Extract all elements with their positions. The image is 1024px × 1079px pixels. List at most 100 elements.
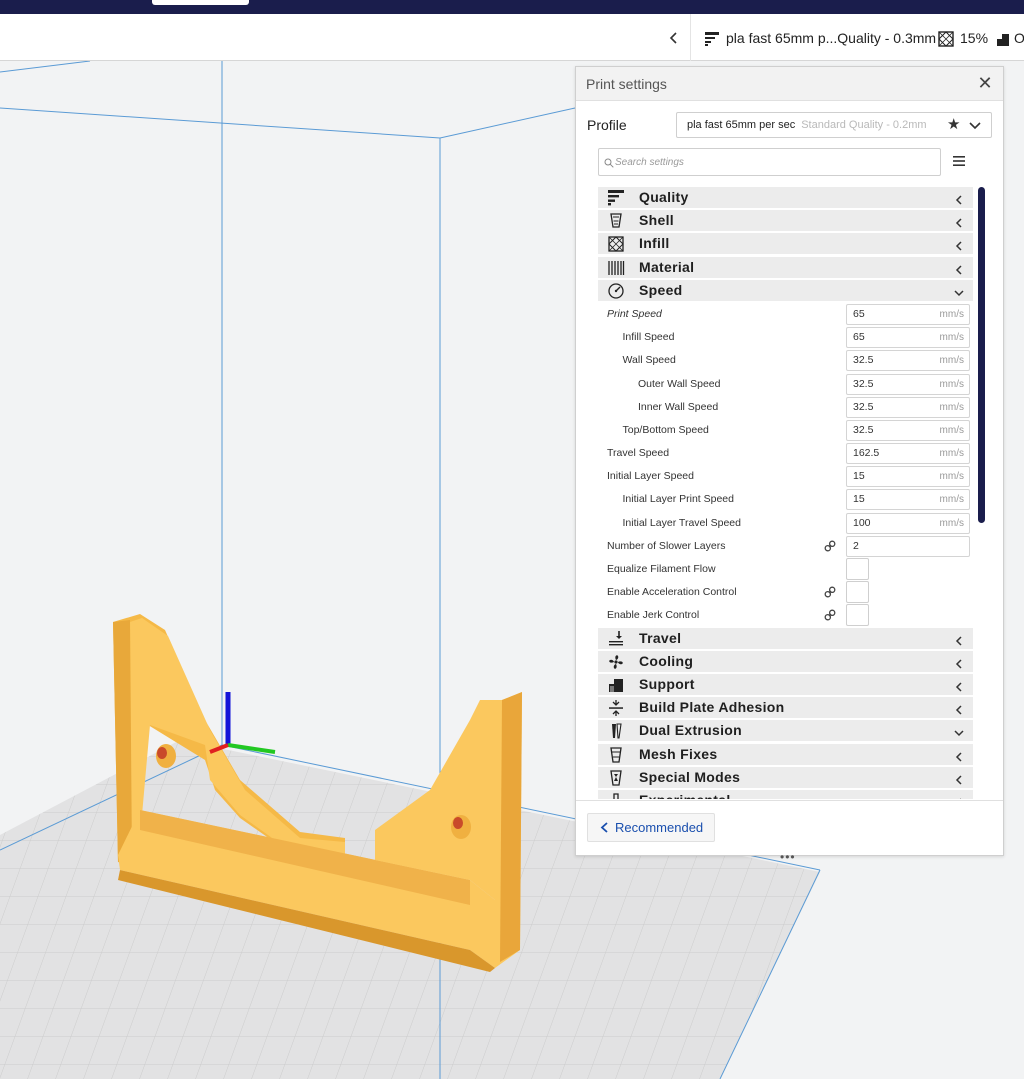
settings-scrollbar[interactable] bbox=[978, 187, 985, 523]
category-mesh-fixes[interactable]: Mesh Fixes bbox=[598, 743, 973, 765]
infill-summary[interactable]: 15% bbox=[938, 27, 988, 49]
category-shell[interactable]: Shell bbox=[598, 210, 973, 232]
chevron-down-icon[interactable] bbox=[953, 724, 965, 737]
panel-header: Print settings ✕ bbox=[576, 67, 1003, 101]
chevron-left-icon[interactable] bbox=[953, 214, 965, 228]
category-experimental[interactable]: Experimental bbox=[598, 789, 973, 799]
category-material[interactable]: Material bbox=[598, 256, 973, 278]
setting-value-field[interactable]: 32.5 mm/s bbox=[846, 350, 970, 372]
chevron-left-icon[interactable] bbox=[953, 655, 965, 669]
category-build-plate-adhesion[interactable]: Build Plate Adhesion bbox=[598, 697, 973, 719]
search-input[interactable]: Search settings bbox=[598, 148, 941, 176]
setting-unit: mm/s bbox=[939, 378, 964, 390]
category-dual-extrusion[interactable]: Dual Extrusion bbox=[598, 720, 973, 742]
setting-value-field[interactable]: 100 mm/s bbox=[846, 512, 970, 534]
chevron-left-icon[interactable] bbox=[953, 678, 965, 692]
setting-label: Print Speed bbox=[607, 307, 662, 320]
infill-icon bbox=[938, 31, 954, 48]
quality-icon bbox=[608, 190, 624, 206]
adhesion-icon bbox=[609, 700, 623, 717]
chevron-left-icon[interactable] bbox=[953, 748, 965, 762]
setting-unit: mm/s bbox=[939, 494, 964, 506]
category-infill[interactable]: Infill bbox=[598, 233, 973, 255]
setting-enable-acceleration-control: Enable Acceleration Control bbox=[598, 581, 973, 604]
chevron-left-icon[interactable] bbox=[953, 701, 965, 715]
category-support[interactable]: Support bbox=[598, 673, 973, 695]
support-summary[interactable]: O bbox=[996, 27, 1024, 49]
setting-top-bottom-speed: Top/Bottom Speed 32.5 mm/s bbox=[598, 419, 973, 442]
travel-icon bbox=[609, 630, 623, 645]
setting-label: Outer Wall Speed bbox=[638, 377, 721, 390]
profile-summary-text: pla fast 65mm p...Quality - 0.3mm bbox=[726, 30, 937, 46]
setting-value-field[interactable]: 65 mm/s bbox=[846, 327, 970, 349]
chevron-left-icon[interactable] bbox=[953, 237, 965, 251]
settings-list[interactable]: Quality Shell Infill Material Speed Print Spe… bbox=[598, 187, 973, 799]
chevron-left-icon[interactable] bbox=[953, 191, 965, 205]
setting-value: 65 bbox=[853, 331, 865, 344]
link-icon[interactable] bbox=[824, 540, 836, 552]
speed-icon bbox=[608, 283, 624, 299]
profile-select[interactable]: pla fast 65mm per sec Standard Quality - … bbox=[676, 112, 992, 138]
setting-infill-speed: Infill Speed 65 mm/s bbox=[598, 326, 973, 349]
setting-value: 32.5 bbox=[853, 423, 874, 436]
setting-value-field[interactable]: 15 mm/s bbox=[846, 466, 970, 488]
setting-value: 100 bbox=[853, 516, 871, 529]
setting-checkbox[interactable] bbox=[846, 581, 869, 604]
setting-value-field[interactable]: 2 bbox=[846, 535, 970, 557]
setting-value-field[interactable]: 32.5 mm/s bbox=[846, 373, 970, 395]
category-quality[interactable]: Quality bbox=[598, 187, 973, 208]
category-label: Experimental bbox=[639, 790, 731, 799]
setting-travel-speed: Travel Speed 162.5 mm/s bbox=[598, 442, 973, 465]
special-modes-icon bbox=[610, 770, 622, 786]
setting-value-field[interactable]: 162.5 mm/s bbox=[846, 443, 970, 465]
setting-value: 2 bbox=[853, 539, 859, 552]
print-settings-panel: Print settings ✕ Profile pla fast 65mm p… bbox=[575, 66, 1004, 856]
recommended-button[interactable]: Recommended bbox=[587, 813, 715, 842]
setting-equalize-filament-flow: Equalize Filament Flow bbox=[598, 558, 973, 581]
category-speed[interactable]: Speed bbox=[598, 279, 973, 301]
support-icon bbox=[609, 678, 623, 692]
chevron-left-icon[interactable] bbox=[953, 771, 965, 785]
setting-value: 162.5 bbox=[853, 447, 880, 460]
active-tab-indicator[interactable] bbox=[152, 0, 249, 5]
setting-checkbox[interactable] bbox=[846, 604, 869, 627]
setting-initial-layer-speed: Initial Layer Speed 15 mm/s bbox=[598, 465, 973, 488]
star-icon[interactable]: ★ bbox=[947, 117, 963, 133]
setting-value-field[interactable]: 32.5 mm/s bbox=[846, 396, 970, 418]
link-icon[interactable] bbox=[824, 586, 836, 598]
chevron-left-icon[interactable] bbox=[953, 632, 965, 646]
category-label: Build Plate Adhesion bbox=[639, 699, 785, 716]
setting-value-field[interactable]: 15 mm/s bbox=[846, 489, 970, 511]
setting-initial-layer-travel-speed: Initial Layer Travel Speed 100 mm/s bbox=[598, 512, 973, 535]
category-travel[interactable]: Travel bbox=[598, 627, 973, 649]
setting-wall-speed: Wall Speed 32.5 mm/s bbox=[598, 349, 973, 372]
profile-summary-button[interactable]: pla fast 65mm p...Quality - 0.3mm bbox=[704, 27, 936, 49]
category-cooling[interactable]: Cooling bbox=[598, 650, 973, 672]
chevron-down-icon[interactable] bbox=[967, 117, 983, 133]
setting-checkbox[interactable] bbox=[846, 558, 869, 580]
resize-handle-icon[interactable]: ••• bbox=[780, 850, 796, 864]
category-label: Shell bbox=[639, 212, 674, 229]
link-icon[interactable] bbox=[824, 609, 836, 621]
chevron-left-icon[interactable] bbox=[953, 794, 965, 799]
setting-value-field[interactable]: 32.5 mm/s bbox=[846, 419, 970, 441]
collapse-chevron-icon[interactable] bbox=[668, 27, 682, 47]
header-divider bbox=[690, 14, 691, 61]
panel-footer: Recommended bbox=[576, 800, 1003, 855]
setting-initial-layer-print-speed: Initial Layer Print Speed 15 mm/s bbox=[598, 488, 973, 511]
setting-inner-wall-speed: Inner Wall Speed 32.5 mm/s bbox=[598, 396, 973, 419]
infill-percent-text: 15% bbox=[960, 30, 989, 46]
category-label: Support bbox=[639, 675, 695, 692]
setting-unit: mm/s bbox=[939, 517, 964, 529]
chevron-down-icon[interactable] bbox=[953, 284, 965, 296]
recommended-label: Recommended bbox=[615, 820, 704, 835]
hamburger-menu-icon[interactable] bbox=[952, 155, 966, 167]
setting-value: 65 bbox=[853, 307, 865, 320]
setting-value: 15 bbox=[853, 470, 865, 483]
close-icon[interactable]: ✕ bbox=[975, 73, 995, 93]
chevron-left-icon[interactable] bbox=[953, 261, 965, 275]
search-icon bbox=[604, 158, 614, 168]
setting-value-field[interactable]: 65 mm/s bbox=[846, 303, 970, 325]
category-special-modes[interactable]: Special Modes bbox=[598, 766, 973, 788]
setting-label: Wall Speed bbox=[622, 354, 676, 367]
